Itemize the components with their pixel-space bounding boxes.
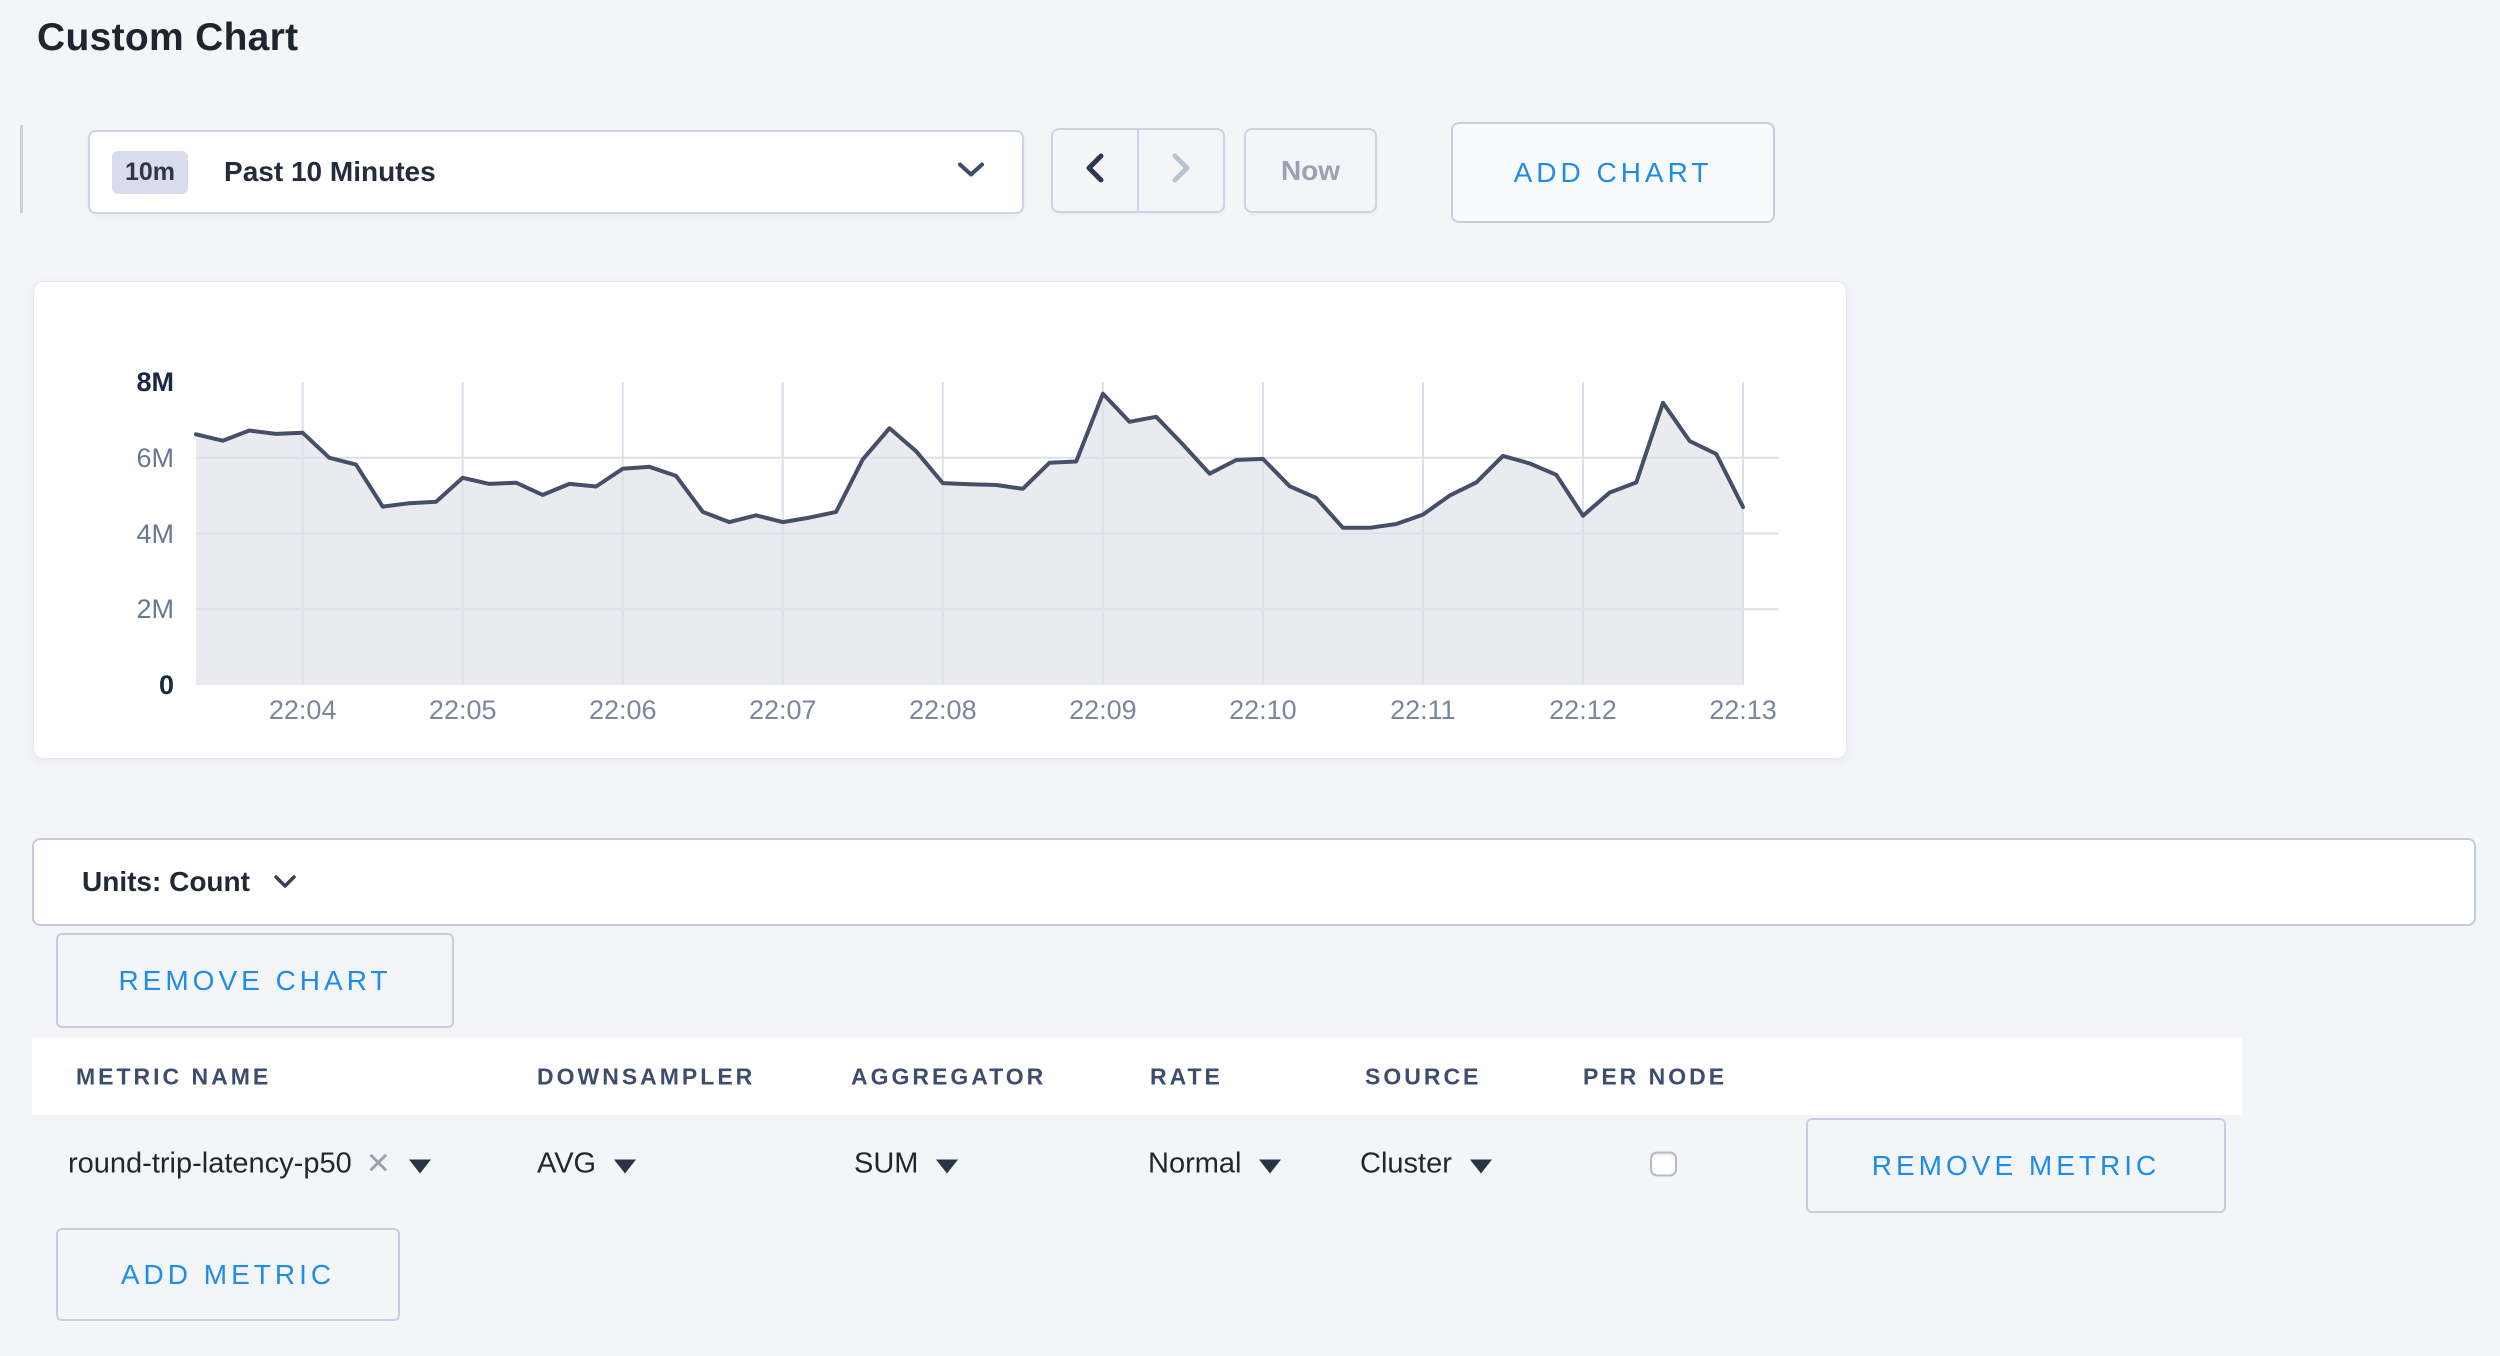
y-axis-tick-label: 0 — [94, 672, 174, 699]
rate-select[interactable]: Normal — [1148, 1148, 1281, 1181]
time-step-buttons — [1051, 128, 1225, 213]
add-chart-button[interactable]: ADD CHART — [1451, 122, 1775, 223]
x-axis-tick-label: 22:07 — [713, 697, 853, 724]
now-button[interactable]: Now — [1244, 128, 1377, 213]
custom-chart-card: 0 2M 4M 6M 8M 22:04 22:05 22:06 22:07 22:08 22:09 2… — [33, 281, 1847, 759]
time-range-label: Past 10 Minutes — [224, 156, 436, 188]
y-axis-tick-label: 4M — [94, 521, 174, 548]
toolbar-divider — [20, 125, 23, 213]
caret-down-icon — [614, 1159, 636, 1173]
caret-down-icon — [1470, 1159, 1492, 1173]
downsampler-value: AVG — [537, 1148, 596, 1181]
y-axis-tick-label: 2M — [94, 596, 174, 623]
y-axis-tick-label: 8M — [94, 369, 174, 396]
x-axis-tick-label: 22:06 — [553, 697, 693, 724]
column-header-downsampler: DOWNSAMPLER — [537, 1063, 755, 1090]
time-range-dropdown[interactable]: 10m Past 10 Minutes — [88, 130, 1024, 214]
metric-name-select[interactable]: round-trip-latency-p50 ✕ — [68, 1148, 431, 1181]
aggregator-value: SUM — [854, 1148, 918, 1181]
chevron-right-icon — [1170, 153, 1192, 188]
now-button-label: Now — [1281, 155, 1340, 187]
x-axis-tick-label: 22:05 — [393, 697, 533, 724]
column-header-rate: RATE — [1150, 1063, 1223, 1090]
next-time-button[interactable] — [1139, 130, 1223, 211]
x-axis-tick-label: 22:09 — [1033, 697, 1173, 724]
column-header-source: SOURCE — [1365, 1063, 1481, 1090]
x-axis-tick-label: 22:11 — [1353, 697, 1493, 724]
aggregator-select[interactable]: SUM — [854, 1148, 958, 1181]
x-axis-tick-label: 22:08 — [873, 697, 1013, 724]
x-axis-tick-label: 22:12 — [1513, 697, 1653, 724]
source-select[interactable]: Cluster — [1360, 1148, 1492, 1181]
chevron-left-icon — [1084, 153, 1106, 188]
close-icon[interactable]: ✕ — [366, 1149, 391, 1179]
add-metric-label: ADD METRIC — [121, 1259, 335, 1291]
remove-chart-label: REMOVE CHART — [118, 965, 391, 997]
caret-down-icon — [936, 1159, 958, 1173]
remove-chart-button[interactable]: REMOVE CHART — [56, 933, 454, 1028]
units-label: Units: Count — [82, 866, 250, 898]
caret-down-icon — [1259, 1159, 1281, 1173]
metric-name-value: round-trip-latency-p50 — [68, 1148, 352, 1181]
x-axis-tick-label: 22:10 — [1193, 697, 1333, 724]
column-header-aggregator: AGGREGATOR — [851, 1063, 1046, 1090]
add-metric-button[interactable]: ADD METRIC — [56, 1228, 400, 1321]
chevron-down-icon — [958, 162, 984, 183]
metric-table-header: METRIC NAME DOWNSAMPLER AGGREGATOR RATE … — [32, 1038, 2242, 1115]
caret-down-icon — [409, 1159, 431, 1173]
x-axis-tick-label: 22:13 — [1673, 697, 1813, 724]
column-header-metric-name: METRIC NAME — [76, 1063, 271, 1090]
column-header-per-node: PER NODE — [1583, 1063, 1727, 1090]
page-title: Custom Chart — [37, 16, 298, 60]
add-chart-label: ADD CHART — [1514, 157, 1713, 189]
downsampler-select[interactable]: AVG — [537, 1148, 636, 1181]
source-value: Cluster — [1360, 1148, 1452, 1181]
series-area — [196, 394, 1743, 685]
x-axis-tick-label: 22:04 — [233, 697, 373, 724]
per-node-checkbox[interactable] — [1650, 1152, 1677, 1177]
previous-time-button[interactable] — [1053, 130, 1139, 211]
metric-area-chart — [34, 282, 1848, 760]
units-dropdown[interactable]: Units: Count — [32, 838, 2476, 926]
remove-metric-button[interactable]: REMOVE METRIC — [1806, 1118, 2226, 1213]
rate-value: Normal — [1148, 1148, 1241, 1181]
remove-metric-label: REMOVE METRIC — [1872, 1150, 2160, 1182]
chevron-down-icon — [274, 875, 296, 893]
y-axis-tick-label: 6M — [94, 445, 174, 472]
time-window-badge: 10m — [112, 151, 188, 194]
